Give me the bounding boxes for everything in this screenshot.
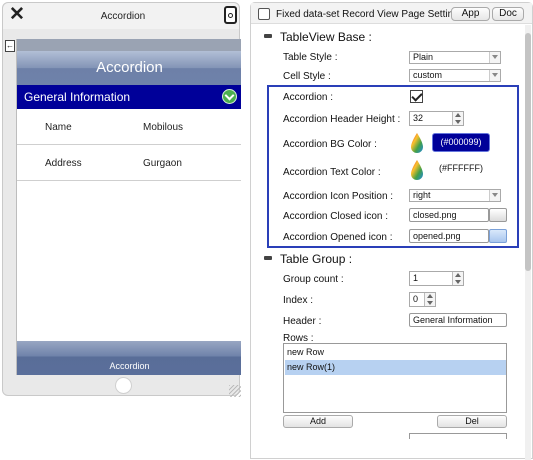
next-field-partial[interactable] bbox=[409, 433, 507, 439]
section-title-table-group: Table Group : bbox=[280, 252, 353, 266]
cell-style-select[interactable]: custom bbox=[409, 69, 501, 82]
color-picker-icon[interactable] bbox=[410, 132, 424, 154]
close-icon[interactable]: ✕ bbox=[8, 5, 26, 24]
table-style-select[interactable]: Plain bbox=[409, 51, 501, 64]
accordion-label: Accordion : bbox=[283, 92, 334, 103]
group-count-stepper[interactable]: 1 bbox=[409, 271, 464, 286]
chevron-down-icon bbox=[489, 52, 500, 63]
accordion-checkbox[interactable] bbox=[410, 90, 423, 103]
cell-style-label: Cell Style : bbox=[283, 71, 331, 82]
tab-label[interactable]: Accordion bbox=[17, 361, 241, 371]
resize-handle[interactable] bbox=[229, 385, 241, 397]
app-button[interactable]: App bbox=[451, 7, 490, 21]
scrollbar-thumb[interactable] bbox=[525, 33, 531, 271]
stepper-arrows-icon[interactable] bbox=[424, 293, 435, 306]
row-key: Address bbox=[45, 158, 82, 169]
icon-position-label: Accordion Icon Position : bbox=[283, 191, 394, 202]
add-row-button[interactable]: Add bbox=[283, 415, 353, 428]
accordion-expand-icon[interactable] bbox=[222, 89, 237, 104]
table-style-label: Table Style : bbox=[283, 52, 338, 63]
panel-title: Fixed data-set Record View Page Setting bbox=[276, 9, 459, 20]
row-value: Gurgaon bbox=[143, 158, 182, 169]
collapse-icon[interactable]: ← bbox=[5, 40, 15, 52]
closed-icon-label: Accordion Closed icon : bbox=[283, 211, 389, 222]
stepper-arrows-icon[interactable] bbox=[452, 112, 463, 125]
accordion-header-title: General Information bbox=[24, 90, 131, 104]
group-count-label: Group count : bbox=[283, 274, 344, 285]
preview-title: Accordion bbox=[100, 11, 146, 22]
list-item-selected[interactable]: new Row(1) bbox=[285, 360, 506, 375]
table-style-value: Plain bbox=[413, 52, 434, 62]
section-collapse-icon[interactable] bbox=[264, 256, 272, 261]
icon-position-select[interactable]: right bbox=[409, 189, 501, 202]
status-bar bbox=[17, 39, 241, 51]
text-color-swatch[interactable]: (#FFFFFF) bbox=[432, 160, 490, 179]
page-setting-checkbox[interactable] bbox=[258, 8, 270, 20]
device-rotate-icon[interactable] bbox=[224, 6, 237, 24]
opened-icon-label: Accordion Opened icon : bbox=[283, 232, 393, 243]
cell-style-value: custom bbox=[413, 70, 443, 80]
device-preview: ✕ Accordion ← Accordion General Informat… bbox=[2, 2, 241, 397]
color-picker-icon[interactable] bbox=[410, 159, 424, 181]
stepper-arrows-icon[interactable] bbox=[452, 272, 463, 285]
header-height-stepper[interactable]: 32 bbox=[409, 111, 464, 126]
closed-icon-browse-button[interactable] bbox=[489, 208, 507, 222]
chevron-down-icon bbox=[489, 190, 500, 201]
closed-icon-field[interactable]: closed.png bbox=[409, 208, 489, 222]
navigation-title: Accordion bbox=[96, 59, 163, 76]
header-height-value: 32 bbox=[413, 113, 424, 123]
home-button[interactable] bbox=[115, 377, 132, 394]
index-value: 0 bbox=[413, 294, 419, 304]
opened-icon-field[interactable]: opened.png bbox=[409, 229, 489, 243]
device-screen: Accordion General Information Name Mobil… bbox=[16, 39, 241, 375]
bg-color-label: Accordion BG Color : bbox=[283, 139, 377, 150]
header-field[interactable]: General Information bbox=[409, 313, 507, 327]
delete-row-button[interactable]: Del bbox=[437, 415, 507, 428]
table-row[interactable]: Address Gurgaon bbox=[17, 145, 241, 181]
index-label: Index : bbox=[283, 295, 314, 306]
table-row[interactable]: Name Mobilous bbox=[17, 109, 241, 145]
header-height-label: Accordion Header Height : bbox=[283, 114, 401, 125]
text-color-label: Accordion Text Color : bbox=[283, 167, 381, 178]
row-key: Name bbox=[45, 122, 72, 133]
list-item[interactable]: new Row bbox=[285, 345, 506, 360]
chevron-down-icon bbox=[489, 70, 500, 81]
index-stepper[interactable]: 0 bbox=[409, 292, 436, 307]
section-collapse-icon[interactable] bbox=[264, 34, 272, 39]
row-value: Mobilous bbox=[143, 122, 184, 133]
group-count-value: 1 bbox=[413, 273, 419, 283]
rows-list[interactable]: new Row new Row(1) bbox=[283, 343, 507, 413]
section-title-tableview: TableView Base : bbox=[280, 30, 372, 44]
doc-button[interactable]: Doc bbox=[492, 7, 524, 21]
icon-position-value: right bbox=[413, 190, 431, 200]
opened-icon-browse-button[interactable] bbox=[489, 229, 507, 243]
header-label: Header : bbox=[283, 316, 322, 327]
bg-color-swatch[interactable]: (#000099) bbox=[432, 133, 490, 152]
